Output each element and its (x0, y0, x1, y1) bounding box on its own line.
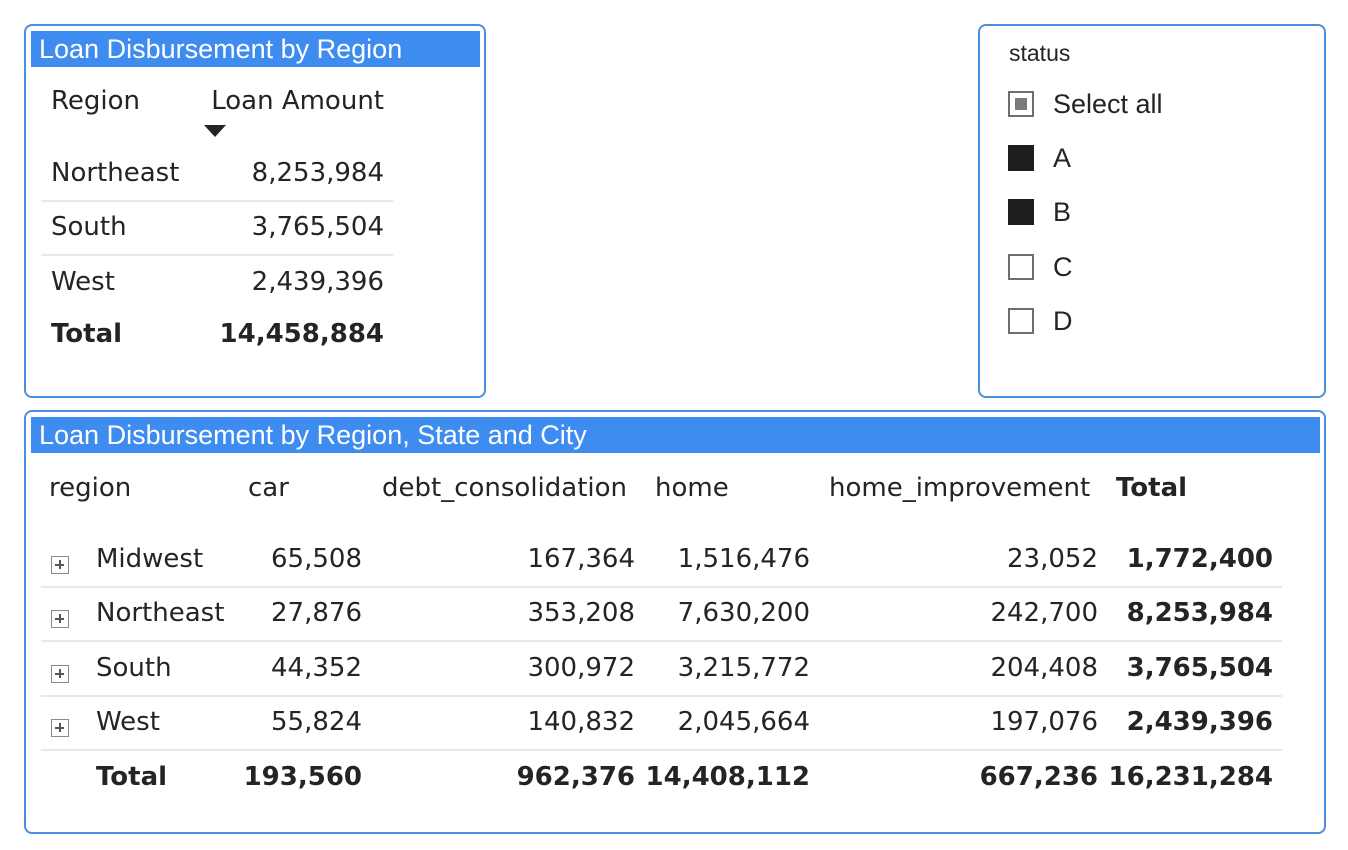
slicer-item-select-all[interactable]: Select all (1008, 88, 1163, 120)
row-divider (41, 749, 1282, 751)
matrix-cell-car: 27,876 (271, 598, 362, 628)
region-table-title: Loan Disbursement by Region (31, 31, 480, 67)
expand-plus-icon[interactable] (51, 610, 69, 628)
matrix-cell-home: 2,045,664 (677, 707, 810, 737)
row-divider (41, 254, 393, 256)
slicer-item-label: A (1053, 142, 1072, 173)
matrix-cell-total: 1,772,400 (1126, 544, 1273, 574)
matrix-row-region: Midwest (96, 544, 204, 574)
matrix-row-region: West (96, 707, 160, 737)
matrix-cell-home: 7,630,200 (677, 598, 810, 628)
column-header-loan-amount[interactable]: Loan Amount (211, 86, 384, 116)
row-divider (41, 695, 1282, 697)
matrix-cell-debt-consolidation: 140,832 (527, 707, 635, 737)
slicer-item-d[interactable]: D (1008, 305, 1073, 337)
matrix-cell-car: 55,824 (271, 707, 362, 737)
matrix-cell-home-improvement: 197,076 (990, 707, 1098, 737)
slicer-item-c[interactable]: C (1008, 251, 1073, 283)
slicer-title: status (1009, 40, 1071, 66)
slicer-item-label: B (1053, 196, 1072, 227)
matrix-cell-total: 3,765,504 (1126, 653, 1273, 683)
checkbox-checked-icon[interactable] (1008, 145, 1034, 171)
matrix-cell-home-improvement: 23,052 (1007, 544, 1098, 574)
column-header-total[interactable]: Total (1116, 473, 1187, 503)
matrix-cell-debt-consolidation: 167,364 (527, 544, 635, 574)
row-divider (41, 200, 393, 202)
status-slicer: status Select all A B C D (978, 24, 1326, 398)
column-header-home-improvement[interactable]: home_improvement (829, 473, 1090, 503)
slicer-item-label: Select all (1053, 88, 1163, 119)
table-row-amount: 3,765,504 (251, 212, 384, 242)
expand-plus-icon[interactable] (51, 556, 69, 574)
slicer-item-label: D (1053, 305, 1073, 336)
row-divider (41, 586, 1282, 588)
matrix-total-home: 14,408,112 (645, 762, 810, 792)
matrix-row-region: South (96, 653, 172, 683)
matrix-grand-total: 16,231,284 (1108, 762, 1273, 792)
total-amount: 14,458,884 (219, 319, 384, 349)
matrix-cell-total: 8,253,984 (1126, 598, 1273, 628)
slicer-item-label: C (1053, 251, 1073, 282)
checkbox-partial-icon[interactable] (1008, 91, 1034, 117)
matrix-total-debt-consolidation: 962,376 (516, 762, 635, 792)
slicer-item-b[interactable]: B (1008, 196, 1071, 228)
matrix-title: Loan Disbursement by Region, State and C… (31, 417, 1320, 453)
matrix-cell-home: 3,215,772 (677, 653, 810, 683)
column-header-region[interactable]: Region (51, 86, 140, 116)
column-header-home[interactable]: home (655, 473, 729, 503)
expand-plus-icon[interactable] (51, 665, 69, 683)
table-row-amount: 8,253,984 (251, 158, 384, 188)
table-row-region: Northeast (51, 158, 180, 188)
matrix-cell-home: 1,516,476 (677, 544, 810, 574)
matrix-total-label: Total (96, 762, 168, 792)
expand-plus-icon[interactable] (51, 719, 69, 737)
total-label: Total (51, 319, 123, 349)
table-row-region: South (51, 212, 127, 242)
matrix-total-car: 193,560 (243, 762, 362, 792)
region-table-visual: Loan Disbursement by Region Region Loan … (24, 24, 486, 398)
matrix-cell-home-improvement: 204,408 (990, 653, 1098, 683)
row-divider (41, 640, 1282, 642)
table-row-region: West (51, 267, 115, 297)
matrix-cell-home-improvement: 242,700 (990, 598, 1098, 628)
column-header-car[interactable]: car (248, 473, 289, 503)
matrix-cell-car: 44,352 (271, 653, 362, 683)
sort-descending-icon[interactable] (204, 125, 226, 137)
matrix-cell-debt-consolidation: 300,972 (527, 653, 635, 683)
matrix-row-region: Northeast (96, 598, 225, 628)
matrix-cell-debt-consolidation: 353,208 (527, 598, 635, 628)
region-matrix-visual: Loan Disbursement by Region, State and C… (24, 410, 1326, 834)
checkbox-empty-icon[interactable] (1008, 254, 1034, 280)
checkbox-checked-icon[interactable] (1008, 199, 1034, 225)
checkbox-empty-icon[interactable] (1008, 308, 1034, 334)
column-header-region[interactable]: region (49, 473, 131, 503)
matrix-total-home-improvement: 667,236 (979, 762, 1098, 792)
table-row-amount: 2,439,396 (251, 267, 384, 297)
matrix-cell-car: 65,508 (271, 544, 362, 574)
matrix-cell-total: 2,439,396 (1126, 707, 1273, 737)
column-header-debt-consolidation[interactable]: debt_consolidation (382, 473, 627, 503)
slicer-item-a[interactable]: A (1008, 142, 1071, 174)
